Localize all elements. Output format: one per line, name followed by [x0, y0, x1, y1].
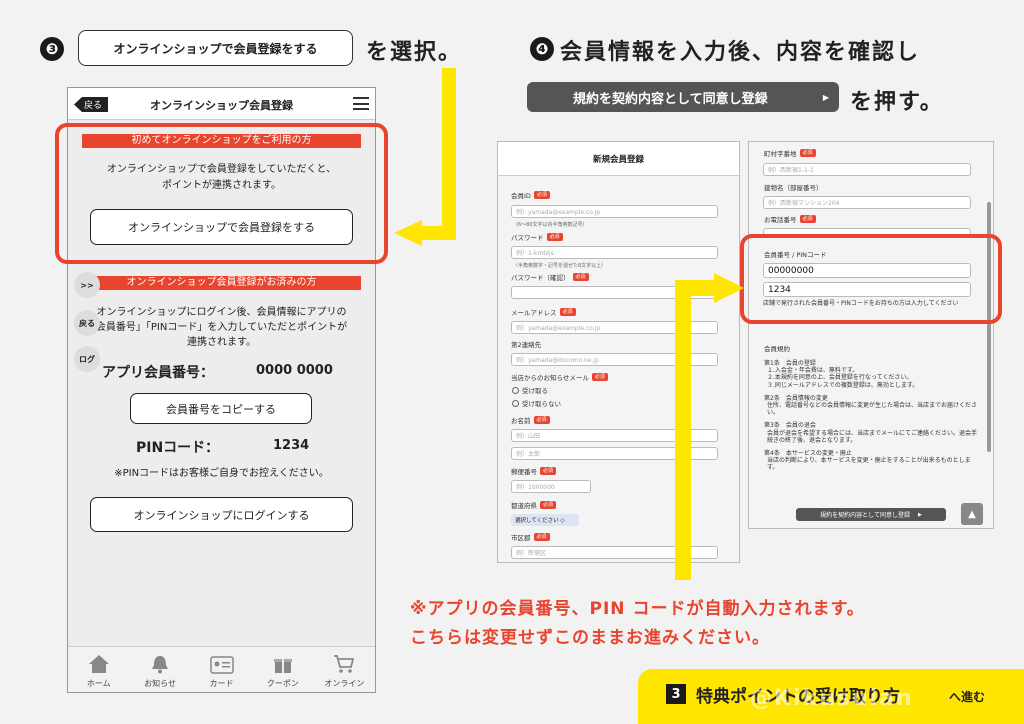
section-registered-text-3: 連携されます。 [187, 337, 256, 348]
member-number-value: 0000 0000 [256, 363, 333, 378]
step3-suffix: を選択。 [366, 40, 463, 65]
bell-icon [152, 656, 169, 674]
agree-register-button[interactable]: 規約を契約内容として同意し登録 ▶ [796, 508, 946, 521]
home-icon [88, 655, 109, 673]
section-registered-text-2: 会員番号」「PINコード」を入力していただとポイントが [95, 322, 348, 333]
scroll-top-button[interactable]: ▲ [961, 503, 983, 525]
tab-label: カード [209, 679, 234, 688]
label-phone: お電話番号 必須 [764, 214, 816, 224]
label-name: お名前 必須 [511, 415, 550, 425]
triangle-right-icon: ▶ [917, 511, 922, 518]
label-second-contact: 第2連絡先 [511, 341, 542, 349]
label-password-confirm: パスワード（確認） 必須 [511, 272, 589, 282]
terms-line: 会員が退会を希望する場合には、当店までメールにてご連絡ください。退会手続きの終了… [767, 429, 978, 444]
side-button-login[interactable]: ログ [74, 346, 100, 372]
next-step-suffix: へ進む [949, 690, 986, 704]
label-city: 市区郡 必須 [511, 532, 550, 542]
member-number-label: アプリ会員番号： [102, 365, 214, 381]
terms-line: 第2条 会員情報の変更 [764, 394, 828, 402]
side-button-forward[interactable]: >> [74, 272, 100, 298]
label-prefecture: 都道府県 必須 [511, 500, 557, 510]
form-title: 新規会員登録 [498, 142, 739, 176]
form-screen-continued: 町村字番地 必須 例）西新宿1-1-1 建物名（部屋番号） 例）西新宿マンション2… [748, 141, 994, 529]
terms-text: 第1条 会員の登録 １.入会金・年会費は、無料です。 ２.本規約を同意の上、会員… [764, 360, 979, 472]
tab-label: ホーム [86, 679, 111, 688]
member-id-input[interactable]: 例）yamada@example.co.jp [511, 205, 718, 218]
zip-input[interactable]: 例）1000000 [511, 480, 591, 493]
terms-line: ３.同じメールアドレスでの複数登録は、無効とします。 [767, 381, 919, 389]
tab-card[interactable]: カード [191, 647, 252, 692]
terms-line: 第3条 会員の退会 [764, 422, 816, 430]
terms-line: 住所、電話番号などの会員情報に変更が生じた場合は、当店までお届けください。 [767, 402, 978, 417]
pin-value: 1234 [273, 438, 310, 453]
pin-label: PINコード： [136, 440, 220, 456]
form-screen-new-member: 新規会員登録 会員ID 必須 例）yamada@example.co.jp （6～… [497, 141, 740, 563]
triangle-right-icon: ▶ [822, 92, 829, 102]
highlight-frame-register [55, 123, 388, 264]
tab-news[interactable]: お知らせ [129, 647, 190, 692]
auto-fill-note-1: ※アプリの会員番号、PIN コードが自動入力されます。 [410, 599, 865, 619]
step4-button-label: 規約を契約内容として同意し登録 [573, 91, 768, 107]
card-icon [209, 656, 234, 674]
terms-title: 会員規約 [764, 345, 790, 353]
section-registered-text-1: オンラインショップにログイン後、会員情報にアプリの [96, 307, 347, 318]
prefecture-select[interactable]: 選択してください ◇ [511, 514, 579, 526]
terms-line: 当店の判断により、本サービスを変更・廃止をすることが出来るものとします。 [767, 457, 971, 472]
arrow2-shaft-vertical [675, 280, 691, 580]
label-building: 建物名（部屋番号） [764, 184, 823, 192]
label-password: パスワード 必須 [511, 232, 563, 242]
password-input[interactable]: 例）1-kmbljs [511, 246, 718, 259]
step4-button-image: 規約を契約内容として同意し登録 ▶ [527, 82, 839, 112]
building-input[interactable]: 例）西新宿マンション204 [763, 196, 971, 209]
watermark: @Kikusuian [750, 686, 914, 711]
label-email: メールアドレス 必須 [511, 307, 576, 317]
gift-icon [273, 659, 292, 673]
section-registered-header: オンラインショップ会員登録がお済みの方 [82, 276, 361, 290]
step4-number: ❹ [530, 37, 554, 61]
highlight-frame-member-pin [740, 234, 1002, 324]
radio-not-receive[interactable]: 受け取らない [512, 398, 561, 408]
tab-label: お知らせ [144, 679, 177, 688]
label-town: 町村字番地 必須 [764, 148, 816, 158]
radio-circle-icon [512, 399, 519, 407]
cart-icon [334, 655, 355, 673]
label-newsletter: 当店からのお知らせメール 必須 [511, 372, 608, 382]
tab-label: クーポン [266, 679, 299, 688]
step4-heading: 会員情報を入力後、内容を確認し [560, 40, 921, 65]
terms-line: ２.本規約を同意の上、会員登録を行なってください。 [767, 374, 913, 382]
step3-button-image: オンラインショップで会員登録をする [78, 30, 353, 66]
tab-online[interactable]: オンライン [314, 647, 375, 692]
arrow-head-left-icon [394, 220, 422, 246]
triangle-up-icon: ▲ [968, 508, 976, 520]
tab-home[interactable]: ホーム [68, 647, 129, 692]
copy-member-number-button[interactable]: 会員番号をコピーする [130, 393, 312, 424]
agree-register-label: 規約を契約内容として同意し登録 [820, 512, 910, 519]
phone-header: 戻る オンラインショップ会員登録 [68, 88, 375, 120]
town-input[interactable]: 例）西新宿1-1-1 [763, 163, 971, 176]
login-online-button[interactable]: オンラインショップにログインする [90, 497, 353, 532]
pin-note: ※PINコードはお客様ご自身でお控えください。 [114, 468, 329, 479]
arrow2-shaft-horizontal [675, 280, 717, 296]
step4-suffix: を押す。 [850, 90, 944, 115]
radio-receive[interactable]: 受け取る [512, 385, 548, 395]
bottom-tab-bar: ホーム お知らせ カード クーポン オンライン [68, 646, 375, 692]
arrow-head-right-icon [714, 273, 744, 303]
step3-number: ❸ [40, 37, 64, 61]
tab-coupon[interactable]: クーポン [252, 647, 313, 692]
auto-fill-note-2: こちらは変更せずこのままお進みください。 [410, 628, 770, 648]
tab-label: オンライン [324, 679, 365, 688]
label-member-id: 会員ID 必須 [511, 190, 550, 200]
arrow-shaft-horizontal [420, 226, 456, 240]
arrow-shaft-vertical [442, 68, 456, 240]
radio-circle-icon [512, 386, 519, 394]
member-id-note: （6～80文字以内半角英数記号） [513, 222, 588, 228]
page-title: オンラインショップ会員登録 [150, 99, 293, 112]
menu-icon[interactable] [353, 97, 369, 110]
side-button-back[interactable]: 戻る [74, 310, 100, 336]
next-step-number: 3 [666, 684, 686, 704]
label-zip: 郵便番号 必須 [511, 466, 557, 476]
password-note: （半角英数字・記号を混ぜた8文字以上） [513, 263, 607, 269]
